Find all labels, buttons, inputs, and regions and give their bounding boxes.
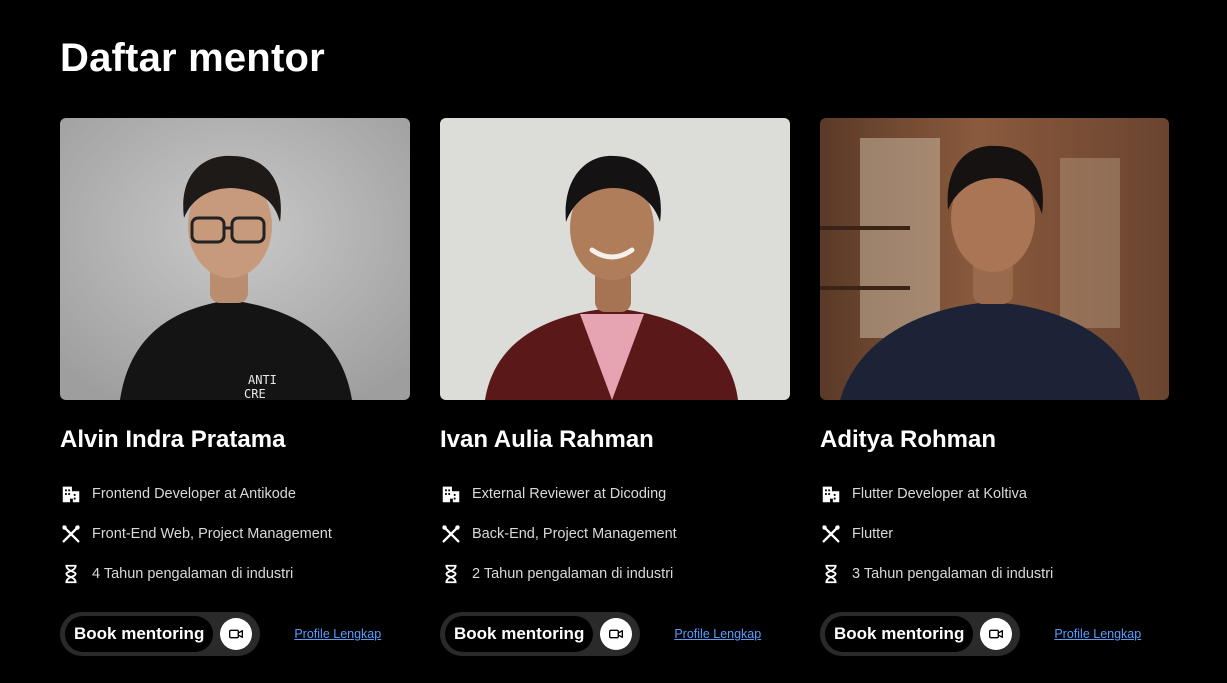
building-icon [820,483,842,505]
video-camera-icon [600,618,633,650]
book-mentoring-label: Book mentoring [445,616,594,652]
mentor-actions: Book mentoring Profile Lengkap [440,612,790,656]
mentor-info-list: Frontend Developer at Antikode Front-End… [60,474,410,594]
book-mentoring-button[interactable]: Book mentoring [440,612,641,656]
mentor-experience: 4 Tahun pengalaman di industri [92,566,294,582]
mentor-role: External Reviewer at Dicoding [472,486,667,502]
tools-icon [440,523,462,545]
mentor-list-page: Daftar mentor ANTI CRE Alvin Indra Prata… [0,0,1227,683]
profile-link[interactable]: Profile Lengkap [1054,627,1141,641]
building-icon [440,483,462,505]
video-camera-icon [980,618,1013,650]
mentor-info-list: Flutter Developer at Koltiva Flutter 3 T… [820,474,1169,594]
mentor-card: Aditya Rohman Flutter Developer at Kolti… [820,118,1169,656]
tools-icon [820,523,842,545]
mentor-name: Ivan Aulia Rahman [440,426,654,453]
book-mentoring-button[interactable]: Book mentoring [60,612,261,656]
mentor-photo [440,118,790,400]
video-camera-icon [220,618,253,650]
book-mentoring-button[interactable]: Book mentoring [820,612,1021,656]
building-icon [60,483,82,505]
mentor-info-list: External Reviewer at Dicoding Back-End, … [440,474,790,594]
mentor-role-row: Frontend Developer at Antikode [60,474,410,514]
page-title: Daftar mentor [60,36,325,80]
mentor-role-row: External Reviewer at Dicoding [440,474,790,514]
mentor-experience: 3 Tahun pengalaman di industri [852,566,1054,582]
book-mentoring-label: Book mentoring [825,616,974,652]
mentor-photo: ANTI CRE [60,118,410,400]
mentor-role-row: Flutter Developer at Koltiva [820,474,1169,514]
mentor-name: Alvin Indra Pratama [60,426,286,453]
profile-link[interactable]: Profile Lengkap [294,627,381,641]
mentor-role: Flutter Developer at Koltiva [852,486,1027,502]
mentor-experience-row: 2 Tahun pengalaman di industri [440,554,790,594]
mentor-skills: Back-End, Project Management [472,526,677,542]
hourglass-icon [60,563,82,585]
mentor-role: Frontend Developer at Antikode [92,486,296,502]
mentor-photo [820,118,1169,400]
mentor-skills-row: Front-End Web, Project Management [60,514,410,554]
mentor-card: Ivan Aulia Rahman External Reviewer at D… [440,118,790,656]
svg-text:CRE: CRE [244,387,266,400]
mentor-actions: Book mentoring Profile Lengkap [820,612,1169,656]
book-mentoring-label: Book mentoring [65,616,214,652]
mentor-skills: Flutter [852,526,894,542]
mentor-skills-row: Flutter [820,514,1169,554]
mentor-skills: Front-End Web, Project Management [92,526,332,542]
mentor-experience: 2 Tahun pengalaman di industri [472,566,674,582]
hourglass-icon [440,563,462,585]
profile-link[interactable]: Profile Lengkap [674,627,761,641]
svg-text:ANTI: ANTI [248,373,277,387]
mentor-skills-row: Back-End, Project Management [440,514,790,554]
tools-icon [60,523,82,545]
mentor-actions: Book mentoring Profile Lengkap [60,612,410,656]
hourglass-icon [820,563,842,585]
mentor-experience-row: 4 Tahun pengalaman di industri [60,554,410,594]
mentor-name: Aditya Rohman [820,426,997,453]
mentor-experience-row: 3 Tahun pengalaman di industri [820,554,1169,594]
mentor-card: ANTI CRE Alvin Indra Pratama Frontend De… [60,118,410,656]
